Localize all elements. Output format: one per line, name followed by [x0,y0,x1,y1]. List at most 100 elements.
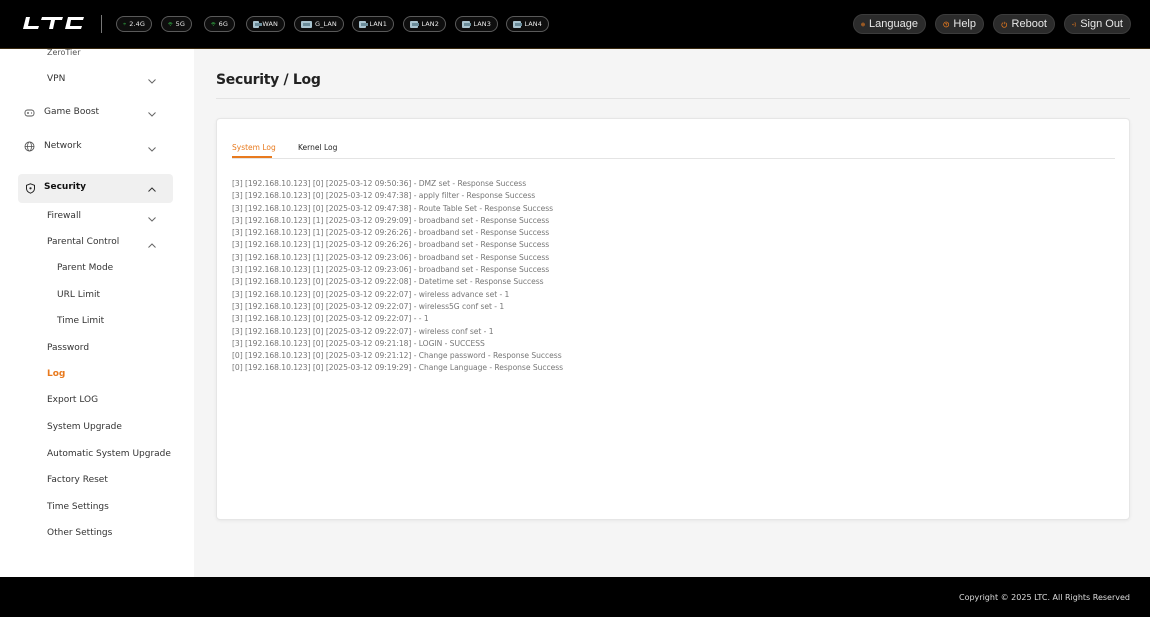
sidebar-item-label: Game Boost [44,107,100,117]
log-card: System Log Kernel Log [3] [192.168.10.12… [216,118,1130,520]
log-line: [3] [192.168.10.123] [1] [2025-03-12 09:… [232,215,550,225]
sign-out-button-label: Sign Out [1080,18,1123,30]
sidebar-item-label: System Upgrade [47,422,122,432]
status-port-lan1[interactable]: LAN1 [352,16,394,32]
sidebar-item-label: VPN [47,74,66,84]
ltc-logo[interactable] [20,14,86,34]
status-label: LAN1 [369,19,387,28]
ethernet-port-icon [301,20,312,28]
sidebar-item-log[interactable]: Log [0,369,194,385]
chevron-down-icon [148,112,156,117]
tab-kernel-log[interactable]: Kernel Log [298,143,337,152]
ethernet-port-icon [253,20,263,28]
log-line: [3] [192.168.10.123] [0] [2025-03-12 09:… [232,301,505,311]
sidebar-item-automatic-system-upgrade[interactable]: Automatic System Upgrade [0,449,194,465]
log-line: [3] [192.168.10.123] [1] [2025-03-12 09:… [232,265,550,275]
sidebar-item-zerotier[interactable]: ZeroTier [0,49,194,59]
sidebar-item-export-log[interactable]: Export LOG [0,395,194,411]
sidebar-item-factory-reset[interactable]: Factory Reset [0,475,194,491]
log-line: [0] [192.168.10.123] [0] [2025-03-12 09:… [232,351,562,361]
sidebar-item-label: Log [47,369,66,379]
sidebar-item-security[interactable]: Security [18,174,173,203]
help-button-label: Help [953,18,976,30]
log-line: [3] [192.168.10.123] [0] [2025-03-12 09:… [232,338,485,348]
chevron-up-icon [148,187,156,192]
sidebar-item-firewall[interactable]: Firewall [0,209,194,225]
wifi-icon [168,22,173,26]
status-wifi-5g[interactable]: 5G [161,16,192,32]
ethernet-port-icon [513,20,523,28]
sidebar-item-label: Parental Control [47,237,120,247]
title-divider [216,98,1130,99]
log-line: [3] [192.168.10.123] [1] [2025-03-12 09:… [232,252,550,262]
top-bar: 2.4G 5G 6G WAN G_LAN LAN1 LAN2 LAN3 LAN4… [0,0,1150,49]
sidebar-item-time-limit[interactable]: Time Limit [0,316,194,332]
status-label: LAN4 [524,19,542,28]
status-label: LAN3 [473,19,491,28]
log-line: [3] [192.168.10.123] [1] [2025-03-12 09:… [232,240,550,250]
tab-divider [232,158,1115,159]
sidebar-item-time-settings[interactable]: Time Settings [0,502,194,518]
reboot-button[interactable]: Reboot [993,14,1055,34]
sidebar-item-game-boost[interactable]: Game Boost [0,103,194,121]
status-label: WAN [262,19,278,28]
status-wifi-24g[interactable]: 2.4G [116,16,152,32]
system-log-list[interactable]: [3] [192.168.10.123] [0] [2025-03-12 09:… [232,178,563,375]
sidebar-item-label: Time Limit [57,316,105,326]
language-button[interactable]: Language [853,14,926,34]
sidebar-item-label: Security [44,182,87,192]
status-port-lan3[interactable]: LAN3 [455,16,498,32]
sidebar-item-label: Export LOG [47,395,99,405]
sidebar-item-system-upgrade[interactable]: System Upgrade [0,422,194,438]
log-line: [3] [192.168.10.123] [0] [2025-03-12 09:… [232,277,544,287]
status-label: G_LAN [315,19,337,28]
wifi-icon [123,22,127,26]
chevron-down-icon [148,217,156,222]
sidebar-item-label: Parent Mode [57,263,114,273]
status-port-glan[interactable]: G_LAN [294,16,344,32]
status-label: 6G [218,19,228,28]
footer: Copyright © 2025 LTC. All Rights Reserve… [0,577,1150,617]
sidebar-item-parental-control[interactable]: Parental Control [0,236,194,252]
sign-out-button[interactable]: Sign Out [1064,14,1131,34]
status-label: LAN2 [421,19,439,28]
reboot-button-label: Reboot [1011,18,1047,30]
help-button[interactable]: Help [935,14,984,34]
sidebar-item-label: Other Settings [47,528,113,538]
status-wifi-6g[interactable]: 6G [204,16,235,32]
log-line: [3] [192.168.10.123] [0] [2025-03-12 09:… [232,314,429,324]
log-line: [3] [192.168.10.123] [0] [2025-03-12 09:… [232,289,510,299]
reboot-icon [1001,21,1008,28]
sidebar-item-label: Time Settings [47,502,109,512]
log-line: [3] [192.168.10.123] [0] [2025-03-12 09:… [232,203,554,213]
status-label: 2.4G [129,19,145,28]
log-line: [3] [192.168.10.123] [1] [2025-03-12 09:… [232,228,550,238]
sidebar-item-label: Network [44,141,82,151]
sidebar-item-label: URL Limit [57,290,101,300]
status-port-lan2[interactable]: LAN2 [403,16,446,32]
status-port-lan4[interactable]: LAN4 [506,16,549,32]
sidebar-item-label: Automatic System Upgrade [47,449,171,459]
status-label: 5G [175,19,185,28]
status-port-wan[interactable]: WAN [246,16,285,32]
sidebar-item-password[interactable]: Password [0,343,194,359]
chevron-up-icon [148,243,156,248]
sidebar-item-vpn[interactable]: VPN [0,71,194,89]
sidebar-item-parent-mode[interactable]: Parent Mode [0,263,194,279]
sidebar-item-other-settings[interactable]: Other Settings [0,528,194,544]
sidebar-item-label: Factory Reset [47,475,108,485]
tab-system-log[interactable]: System Log [232,143,276,152]
shield-icon [26,183,35,194]
logo-divider [101,15,102,33]
ethernet-port-icon [410,20,420,28]
sidebar-item-network[interactable]: Network [0,137,194,155]
sidebar-item-url-limit[interactable]: URL Limit [0,290,194,306]
log-line: [3] [192.168.10.123] [0] [2025-03-12 09:… [232,326,494,336]
log-line: [3] [192.168.10.123] [0] [2025-03-12 09:… [232,191,536,201]
wifi-icon [211,22,216,26]
chevron-down-icon [148,79,156,84]
sidebar: ZeroTier VPN Game Boost Network Security… [0,49,194,577]
log-line: [0] [192.168.10.123] [0] [2025-03-12 09:… [232,363,564,373]
gamepad-icon [24,109,35,117]
page-title: Security / Log [216,72,321,88]
